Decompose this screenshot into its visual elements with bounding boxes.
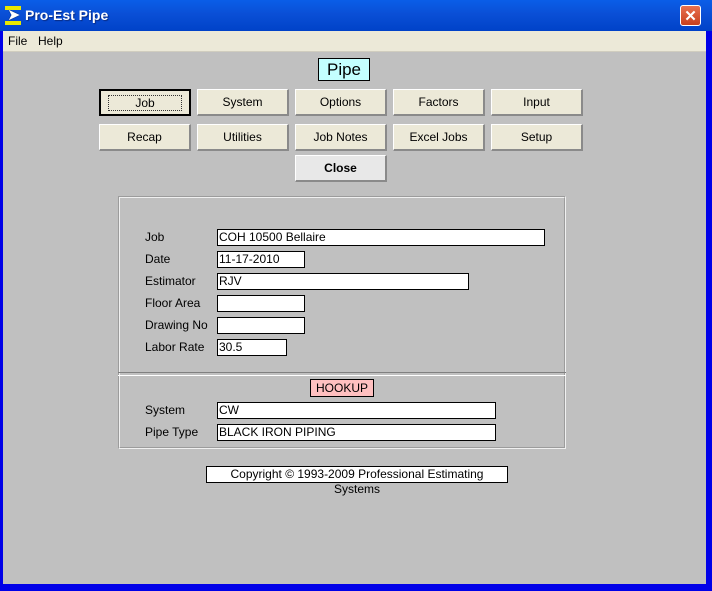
pipe-type-field[interactable]: BLACK IRON PIPING [217,424,496,441]
close-button[interactable]: Close [295,155,387,182]
app-icon: ➤ [4,6,22,26]
job-button[interactable]: Job [99,89,191,116]
menu-bar: File Help [3,31,706,52]
date-field[interactable]: 11-17-2010 [217,251,305,268]
options-button[interactable]: Options [295,89,387,116]
floor-area-label: Floor Area [145,296,201,310]
pipe-type-label: Pipe Type [145,425,199,439]
hookup-label: HOOKUP [310,379,374,397]
estimator-label: Estimator [145,274,196,288]
date-label: Date [145,252,171,266]
system-label: System [145,403,186,417]
module-label: Pipe [318,58,370,81]
labor-rate-field[interactable]: 30.5 [217,339,287,356]
factors-button[interactable]: Factors [393,89,485,116]
recap-button[interactable]: Recap [99,124,191,151]
estimator-field[interactable]: RJV [217,273,469,290]
copyright-notice: Copyright © 1993-2009 Professional Estim… [206,466,508,496]
window-title: Pro-Est Pipe [25,7,109,23]
main-panel: Pipe Job System Options Factors Input Re… [3,52,706,584]
drawing-no-label: Drawing No [145,318,208,332]
setup-button[interactable]: Setup [491,124,583,151]
cursor-icon: ➤ [7,7,21,24]
system-button[interactable]: System [197,89,289,116]
panel-divider [118,372,566,376]
excel-jobs-button[interactable]: Excel Jobs [393,124,485,151]
labor-rate-label: Labor Rate [145,340,205,354]
job-label: Job [145,230,165,244]
job-field[interactable]: COH 10500 Bellaire [217,229,545,246]
drawing-no-field[interactable] [217,317,305,334]
job-notes-button[interactable]: Job Notes [295,124,387,151]
close-icon: ✕ [684,8,697,25]
system-field[interactable]: CW [217,402,496,419]
utilities-button[interactable]: Utilities [197,124,289,151]
input-button[interactable]: Input [491,89,583,116]
floor-area-field[interactable] [217,295,305,312]
window-close-button[interactable]: ✕ [680,5,701,26]
title-bar: ➤ Pro-Est Pipe ✕ [0,0,712,31]
menu-file[interactable]: File [8,34,27,48]
menu-help[interactable]: Help [38,34,63,48]
